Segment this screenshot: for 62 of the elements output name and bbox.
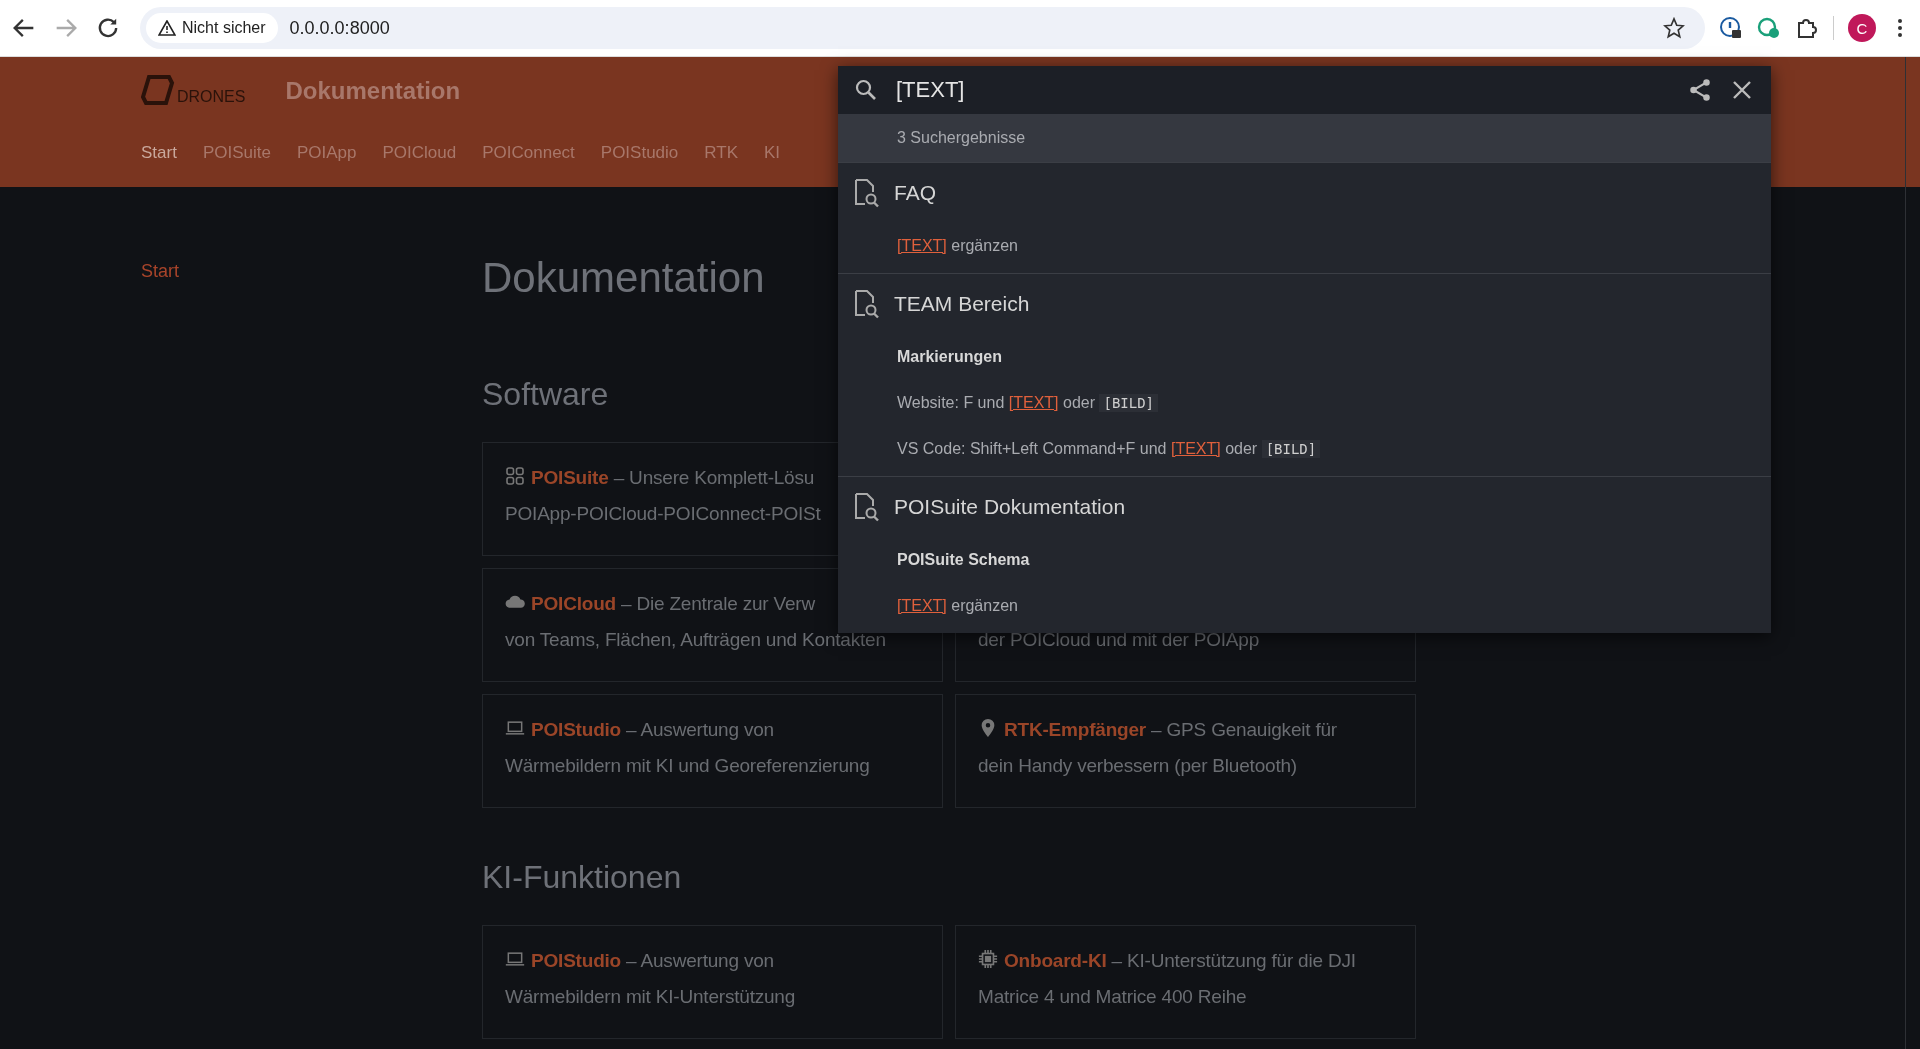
- logo-text: DRONES: [177, 88, 246, 107]
- card-description: der POICloud und mit der POIApp: [978, 629, 1260, 650]
- result-title[interactable]: FAQ: [894, 181, 936, 205]
- card-link[interactable]: Onboard-KI: [1004, 950, 1107, 971]
- card-description: – GPS Genauigkeit für: [1150, 719, 1337, 740]
- card-link[interactable]: POIStudio: [531, 719, 622, 740]
- result-snippet[interactable]: [TEXT] ergänzen: [838, 231, 1771, 261]
- chip-icon: [978, 949, 998, 969]
- nav-link[interactable]: POICloud: [382, 143, 457, 163]
- card-description: dein Handy verbessern (per Bluetooth): [978, 755, 1297, 776]
- result-heading[interactable]: POISuite Schema: [838, 545, 1771, 575]
- laptop-icon: [505, 718, 525, 738]
- grid-icon: [505, 466, 525, 486]
- profile-avatar[interactable]: C: [1848, 14, 1876, 42]
- page-title: Dokumentation: [482, 253, 765, 303]
- nav-link[interactable]: POIStudio: [600, 143, 679, 163]
- card-description: POIApp-POICloud-POIConnect-POISt: [505, 503, 821, 524]
- result-snippet[interactable]: VS Code: Shift+Left Command+F und [TEXT] oder [BILD]: [838, 434, 1771, 464]
- site-title[interactable]: Dokumentation: [285, 77, 461, 105]
- document-search-icon: [852, 492, 880, 522]
- search-icon: [854, 78, 878, 102]
- warning-icon: [158, 20, 176, 36]
- card-description: Wärmebildern mit KI-Unterstützung: [505, 986, 796, 1007]
- close-icon[interactable]: [1731, 79, 1753, 101]
- card-description: Matrice 4 und Matrice 400 Reihe: [978, 986, 1247, 1007]
- result-title[interactable]: TEAM Bereich: [894, 292, 1030, 316]
- document-search-icon: [852, 289, 880, 319]
- result-snippet[interactable]: Website: F und [TEXT] oder [BILD]: [838, 388, 1771, 418]
- section-heading: Software: [482, 375, 609, 414]
- document-search-icon: [852, 178, 880, 208]
- nav-link[interactable]: POIApp: [296, 143, 357, 163]
- section-heading: KI-Funktionen: [482, 858, 682, 897]
- card-description: – Die Zentrale zur Verw: [620, 593, 815, 614]
- card-link[interactable]: POICloud: [531, 593, 616, 614]
- card-description: – Auswertung von: [625, 950, 774, 971]
- card-description: – KI-Unterstützung für die DJI: [1110, 950, 1356, 971]
- result-snippet[interactable]: [TEXT] ergänzen: [838, 591, 1771, 621]
- laptop-icon: [505, 949, 525, 969]
- sidebar-item[interactable]: Start: [141, 261, 179, 281]
- card-description: – Unsere Komplett-Lösu: [612, 467, 815, 488]
- security-chip[interactable]: Nicht sicher: [146, 13, 278, 43]
- puzzle-icon[interactable]: [1795, 16, 1819, 40]
- card-link[interactable]: POISuite: [531, 467, 609, 488]
- star-icon[interactable]: [1663, 17, 1685, 39]
- extension-icon[interactable]: [1719, 16, 1743, 40]
- share-icon[interactable]: [1687, 77, 1713, 103]
- card-description: – Auswertung von: [625, 719, 774, 740]
- result-count: 3 Suchergebnisse: [838, 114, 1771, 162]
- card-link[interactable]: RTK-Empfänger: [1004, 719, 1146, 740]
- nav-link[interactable]: RTK: [704, 143, 738, 163]
- search-field[interactable]: [TEXT]: [896, 70, 1669, 110]
- address-field[interactable]: 0.0.0.0:8000: [289, 17, 1651, 39]
- result-heading[interactable]: Markierungen: [838, 342, 1771, 372]
- logo-icon: [141, 74, 175, 108]
- card-description: von Teams, Flächen, Aufträgen und Kontakten: [505, 629, 886, 650]
- nav-link[interactable]: Start: [141, 143, 177, 163]
- card-link[interactable]: POIStudio: [531, 950, 622, 971]
- nav-link[interactable]: POIConnect: [482, 143, 575, 163]
- card-description: Wärmebildern mit KI und Georeferenzierung: [505, 755, 870, 776]
- nav-link[interactable]: KI: [764, 143, 781, 163]
- nav-link[interactable]: POISuite: [202, 143, 271, 163]
- result-title[interactable]: POISuite Dokumentation: [894, 495, 1126, 519]
